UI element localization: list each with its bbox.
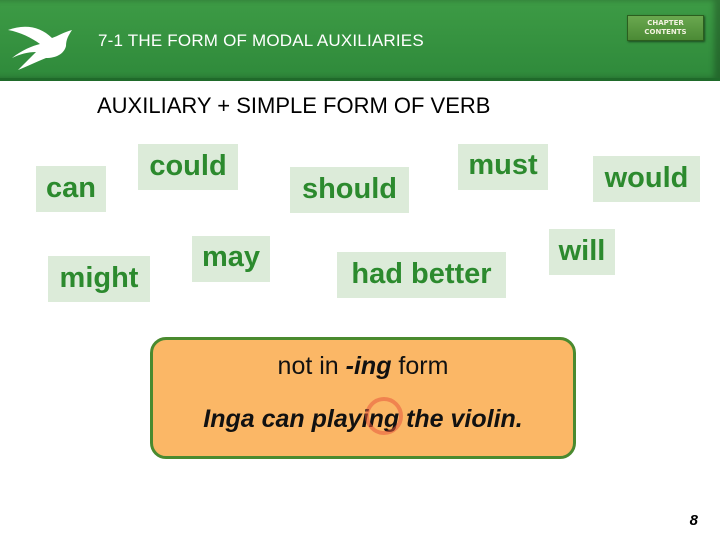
rule-title: not in -ing form — [153, 352, 573, 381]
swallow-bird-icon — [8, 26, 72, 70]
modal-word-should: should — [290, 167, 409, 213]
chapter-button-line2: CONTENTS — [644, 28, 687, 36]
rule-prefix: not in — [277, 352, 346, 380]
header-title: 7-1 THE FORM OF MODAL AUXILIARIES — [98, 31, 424, 50]
rule-suffix: form — [391, 352, 449, 380]
header-bar: 7-1 THE FORM OF MODAL AUXILIARIES CHAPTE… — [0, 0, 720, 81]
rule-emphasis: -ing — [345, 352, 392, 380]
chapter-contents-button[interactable]: CHAPTER CONTENTS — [627, 15, 704, 41]
rule-box: not in -ing form Inga can playing the vi… — [150, 337, 576, 459]
modal-word-can: can — [36, 166, 106, 212]
modal-word-must: must — [458, 144, 548, 190]
modal-word-may: may — [192, 236, 270, 282]
page-number: 8 — [689, 512, 698, 529]
modal-word-could: could — [138, 144, 238, 190]
modal-word-would: would — [593, 156, 700, 202]
incorrect-example-sentence: Inga can playing the violin. — [203, 405, 523, 433]
chapter-button-line1: CHAPTER — [647, 19, 684, 27]
error-circle-icon — [365, 397, 403, 435]
modal-word-might: might — [48, 256, 150, 302]
modal-word-will: will — [549, 229, 615, 275]
slide-subtitle: AUXILIARY + SIMPLE FORM OF VERB — [97, 93, 491, 118]
modal-word-had-better: had better — [337, 252, 506, 298]
